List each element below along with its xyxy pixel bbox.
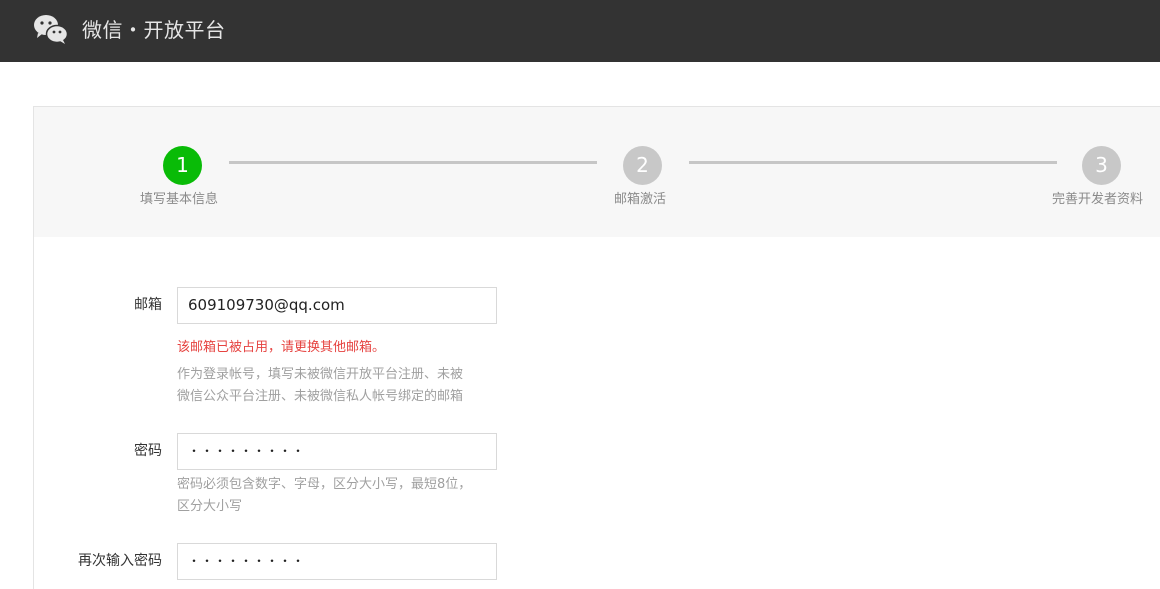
- brand-title[interactable]: 微信・开放平台: [82, 16, 226, 44]
- email-error-message: 该邮箱已被占用，请更换其他邮箱。: [177, 340, 386, 355]
- password-field[interactable]: ・・・・・・・・・: [177, 433, 497, 470]
- password-label: 密码: [134, 443, 162, 459]
- step-connector-2: [689, 161, 1057, 164]
- step-2-label: 邮箱激活: [614, 192, 667, 207]
- email-hint: 作为登录帐号，填写未被微信开放平台注册、未被 微信公众平台注册、未被微信私人帐号…: [177, 364, 497, 408]
- step-connector-1: [229, 161, 597, 164]
- password-hint: 密码必须包含数字、字母，区分大小写，最短8位， 区分大小写: [177, 474, 497, 518]
- confirm-password-label: 再次输入密码: [78, 553, 162, 569]
- email-hint-line-2: 微信公众平台注册、未被微信私人帐号绑定的邮箱: [177, 389, 464, 404]
- email-label: 邮箱: [134, 297, 162, 313]
- wechat-logo-icon[interactable]: [33, 13, 69, 45]
- password-hint-line-2: 区分大小写: [177, 499, 243, 514]
- step-3-circle: 3: [1082, 146, 1121, 185]
- password-hint-line-1: 密码必须包含数字、字母，区分大小写，最短8位，: [177, 477, 472, 492]
- progress-steps: 1 填写基本信息 2 邮箱激活 3 完善开发者资料: [34, 107, 1160, 237]
- email-field[interactable]: 609109730@qq.com: [177, 287, 497, 324]
- step-2-circle: 2: [623, 146, 662, 185]
- top-navigation-bar: 微信・开放平台: [0, 0, 1160, 62]
- confirm-password-field[interactable]: ・・・・・・・・・: [177, 543, 497, 580]
- step-1-circle: 1: [163, 146, 202, 185]
- step-1-label: 填写基本信息: [140, 192, 219, 207]
- email-hint-line-1: 作为登录帐号，填写未被微信开放平台注册、未被: [177, 367, 464, 382]
- step-3-label: 完善开发者资料: [1052, 192, 1144, 207]
